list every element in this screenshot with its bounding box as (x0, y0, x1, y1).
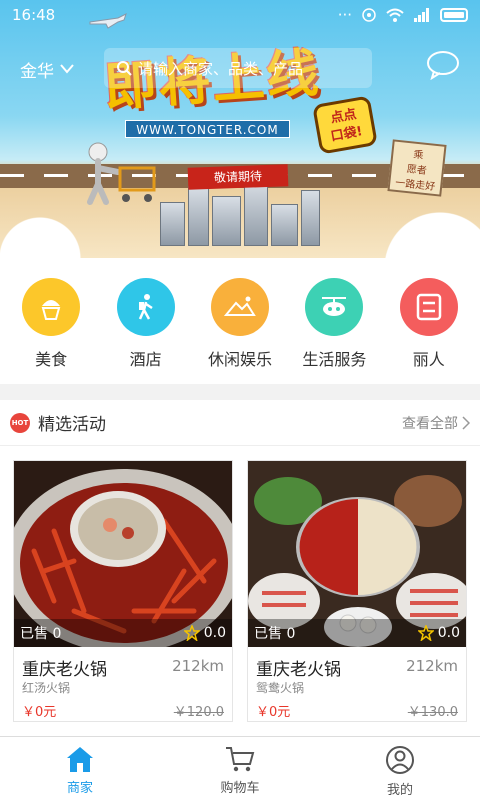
tab-cart[interactable]: 购物车 (160, 737, 320, 800)
category-label: 休闲娱乐 (207, 350, 272, 369)
shopping-cart-person-icon (87, 142, 156, 205)
featured-section-header: HOT 精选活动 查看全部 (0, 400, 480, 446)
category-row: 美食 酒店 休闲娱乐 生活服务 丽人 (0, 258, 480, 384)
product-distance: 212km (406, 657, 458, 675)
helicopter-icon (305, 278, 364, 336)
banner-signpost: 乘 愿者 一路走好 (387, 139, 447, 197)
card-overlay: 已售 0 0.0 (14, 619, 232, 647)
category-label: 生活服务 (302, 350, 367, 369)
category-beauty[interactable]: 丽人 (384, 258, 474, 384)
rating: 0.0 (183, 625, 226, 641)
rating-value: 0.0 (437, 625, 460, 641)
tab-label: 我的 (386, 783, 413, 798)
tab-label: 购物车 (220, 781, 260, 796)
product-price: ￥0元 (256, 705, 291, 720)
user-icon (386, 746, 414, 774)
product-original-price: ￥130.0 (407, 705, 458, 720)
promo-banner[interactable]: 16:48 ··· 金华 请输入商家、品类、产品 即将上线 WWW.TONGTE… (0, 0, 480, 258)
category-hotel[interactable]: 酒店 (101, 258, 191, 384)
cart-icon (226, 747, 255, 772)
tab-merchants[interactable]: 商家 (0, 737, 160, 800)
category-food[interactable]: 美食 (6, 258, 96, 384)
more-dots-icon: ··· (337, 6, 352, 24)
product-grid: 已售 0 0.0 重庆老火锅 212km 红汤火锅 ￥0元 ￥120.0 已售 … (0, 446, 480, 736)
category-label: 美食 (35, 350, 68, 369)
tab-profile[interactable]: 我的 (320, 737, 480, 800)
product-subtitle: 鸳鸯火锅 (256, 681, 305, 695)
status-time: 16:48 (12, 6, 56, 24)
star-icon (417, 625, 434, 641)
category-label: 丽人 (412, 350, 445, 369)
see-all-link[interactable]: 查看全部 (402, 413, 470, 433)
banner-url: WWW.TONGTER.COM (125, 120, 290, 138)
top-bar: 金华 请输入商家、品类、产品 (0, 44, 480, 94)
city-label: 金华 (20, 61, 54, 82)
home-icon (67, 747, 93, 772)
search-icon (117, 61, 132, 76)
star-icon (183, 625, 200, 641)
see-all-label: 查看全部 (402, 415, 458, 432)
product-original-price: ￥120.0 (173, 705, 224, 720)
product-price: ￥0元 (22, 705, 57, 720)
category-life-services[interactable]: 生活服务 (289, 258, 379, 384)
hiker-icon (116, 278, 175, 336)
category-leisure[interactable]: 休闲娱乐 (195, 258, 285, 384)
wifi-icon (386, 8, 404, 22)
product-name: 重庆老火锅 (256, 660, 341, 680)
wardrobe-icon (399, 278, 458, 336)
hot-icon: HOT (10, 412, 30, 433)
mountain-icon (210, 278, 269, 336)
location-icon (362, 8, 376, 22)
status-icons: ··· (338, 6, 468, 24)
chevron-right-icon (462, 415, 470, 430)
product-subtitle: 红汤火锅 (22, 681, 71, 695)
sold-count: 已售 0 (20, 626, 62, 642)
tab-label: 商家 (66, 781, 93, 796)
banner-ribbon: 敬请期待 (187, 164, 289, 190)
card-overlay: 已售 0 0.0 (248, 619, 466, 647)
rating: 0.0 (417, 625, 460, 641)
product-card[interactable]: 已售 0 0.0 重庆老火锅 212km 红汤火锅 ￥0元 ￥120.0 (13, 460, 233, 722)
cupcake-icon (22, 278, 81, 336)
search-input[interactable]: 请输入商家、品类、产品 (104, 48, 372, 88)
sold-count: 已售 0 (254, 626, 296, 642)
product-name: 重庆老火锅 (22, 660, 107, 680)
message-icon[interactable] (426, 50, 460, 80)
battery-icon (440, 8, 468, 22)
city-selector[interactable]: 金华 (20, 57, 74, 82)
product-distance: 212km (172, 657, 224, 675)
category-label: 酒店 (129, 350, 162, 369)
signal-icon (414, 8, 429, 22)
search-placeholder: 请输入商家、品类、产品 (138, 59, 304, 78)
section-title: 精选活动 (38, 415, 106, 435)
rating-value: 0.0 (203, 625, 226, 641)
status-bar: 16:48 ··· (0, 0, 480, 30)
product-card[interactable]: 已售 0 0.0 重庆老火锅 212km 鸳鸯火锅 ￥0元 ￥130.0 (247, 460, 467, 722)
bottom-tab-bar: 商家 购物车 我的 (0, 736, 480, 800)
chevron-down-icon (60, 64, 74, 74)
app-screen: 16:48 ··· 金华 请输入商家、品类、产品 即将上线 WWW.TONGTE… (0, 0, 480, 800)
